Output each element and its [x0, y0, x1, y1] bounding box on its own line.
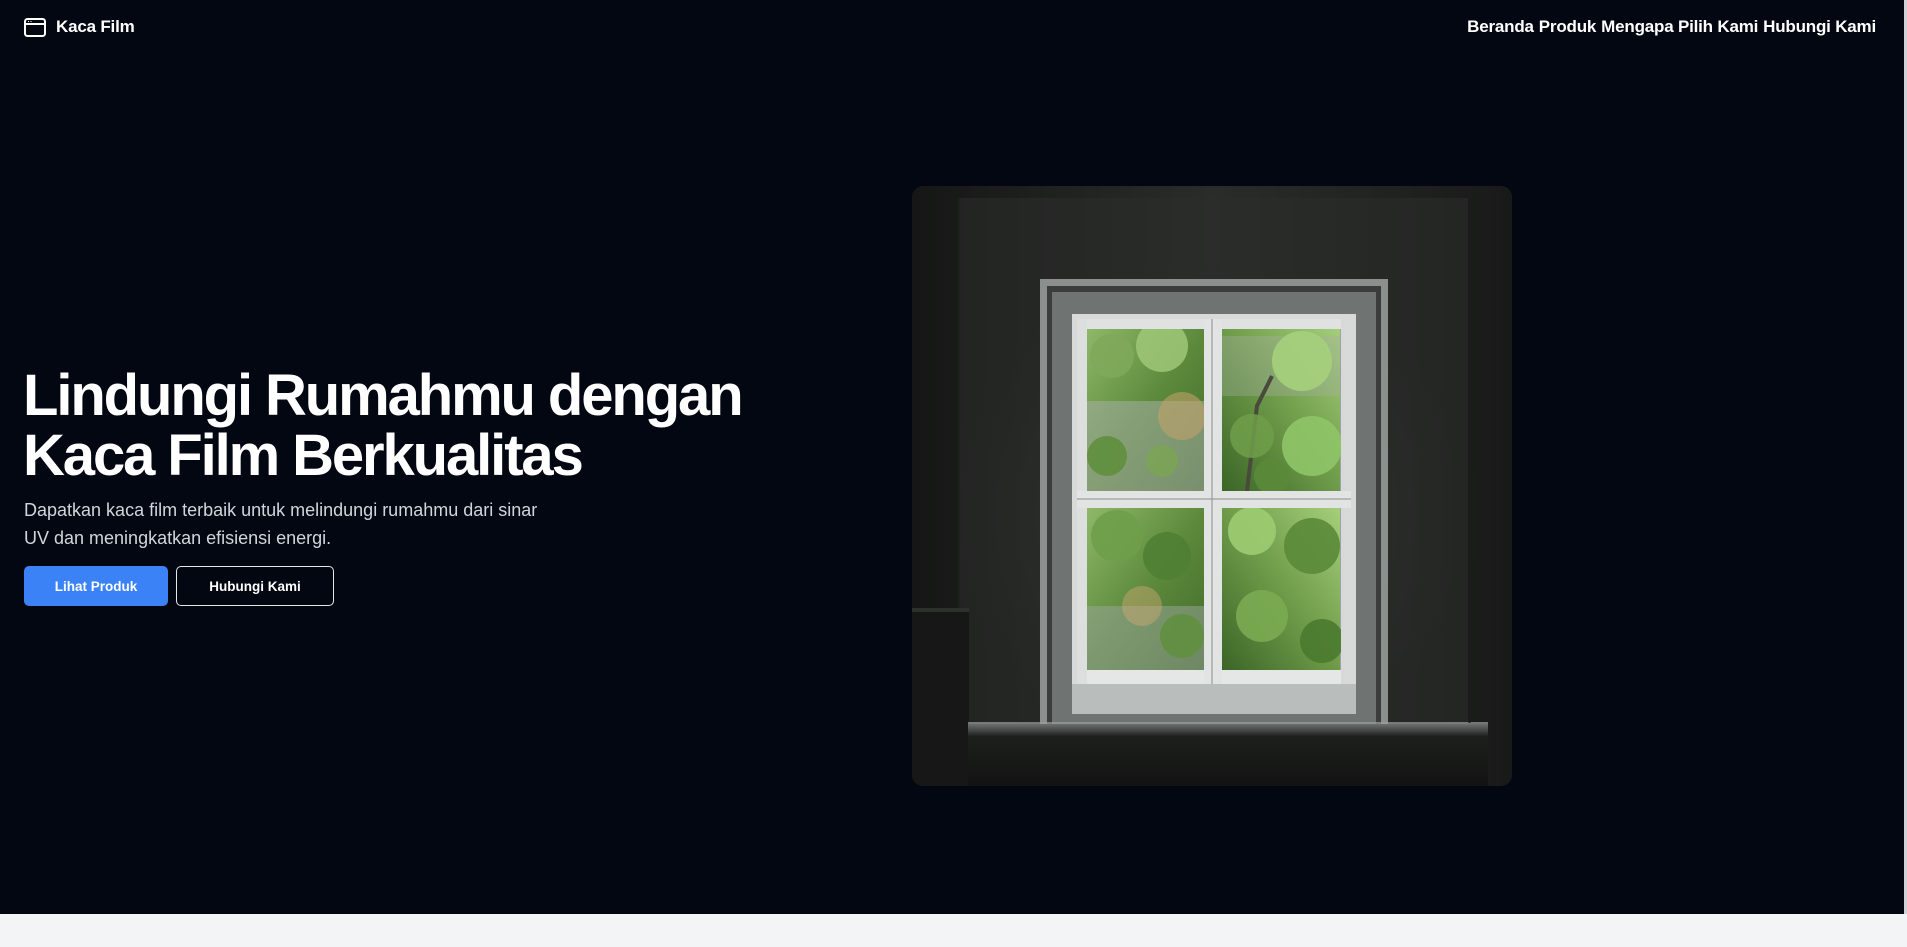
brand-name: Kaca Film	[56, 17, 135, 36]
window-pane-bottom-right	[1222, 507, 1344, 671]
view-products-button[interactable]: Lihat Produk	[24, 566, 168, 606]
hero-headline-line-2: Kaca Film Berkualitas	[23, 423, 584, 488]
hero-subtitle: Dapatkan kaca film terbaik untuk melindu…	[24, 496, 614, 552]
hero-subtitle-line-1: Dapatkan kaca film terbaik untuk melindu…	[24, 500, 538, 520]
contact-us-button[interactable]: Hubungi Kami	[176, 566, 334, 606]
hero-subtitle-line-2: UV dan meningkatkan efisiensi energi.	[24, 528, 332, 548]
hero-window-image	[912, 186, 1512, 786]
nav-link-hubungi-kami[interactable]: Hubungi Kami	[1763, 17, 1876, 37]
hero-headline: Lindungi Rumahmu dengan Kaca Film Berkua…	[23, 366, 823, 486]
window-pane-bottom-left	[1086, 508, 1204, 671]
nav-link-beranda[interactable]: Beranda	[1467, 17, 1534, 37]
nav-link-mengapa-pilih-kami[interactable]: Mengapa Pilih Kami	[1601, 17, 1758, 37]
main-nav: Beranda Produk Mengapa Pilih Kami Hubung…	[1467, 17, 1876, 37]
hero-section: Kaca Film Beranda Produk Mengapa Pilih K…	[0, 0, 1904, 914]
hero-headline-line-1: Lindungi Rumahmu dengan	[23, 363, 744, 428]
window-pane-top-right	[1222, 328, 1342, 494]
browser-window-icon	[24, 17, 46, 37]
window-pane-top-left	[1086, 320, 1206, 491]
nav-link-produk[interactable]: Produk	[1539, 17, 1597, 37]
brand-logo-link[interactable]: Kaca Film	[24, 17, 135, 37]
